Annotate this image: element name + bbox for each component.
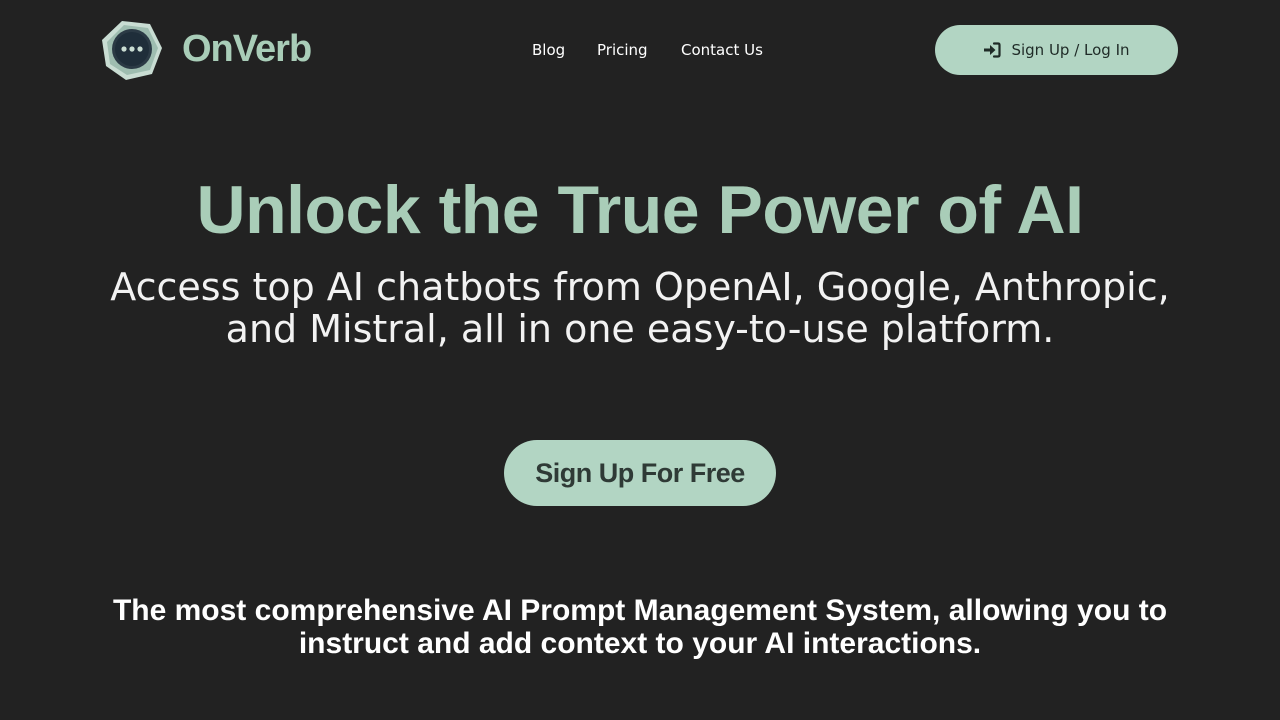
hero-title: Unlock the True Power of AI — [196, 172, 1084, 248]
sign-in-arrow-icon — [984, 42, 1002, 58]
site-header: OnVerb Blog Pricing Contact Us Sign Up /… — [0, 0, 1280, 100]
nav-link-pricing[interactable]: Pricing — [597, 38, 648, 62]
sign-up-log-in-button[interactable]: Sign Up / Log In — [935, 25, 1178, 75]
sign-up-for-free-button[interactable]: Sign Up For Free — [504, 440, 776, 506]
hero-subtitle: Access top AI chatbots from OpenAI, Goog… — [110, 265, 1170, 351]
tagline: The most comprehensive AI Prompt Managem… — [112, 594, 1168, 660]
nav-link-blog[interactable]: Blog — [532, 38, 565, 62]
nav-link-contact-us[interactable]: Contact Us — [681, 38, 763, 62]
sign-up-log-in-label: Sign Up / Log In — [1011, 41, 1130, 59]
